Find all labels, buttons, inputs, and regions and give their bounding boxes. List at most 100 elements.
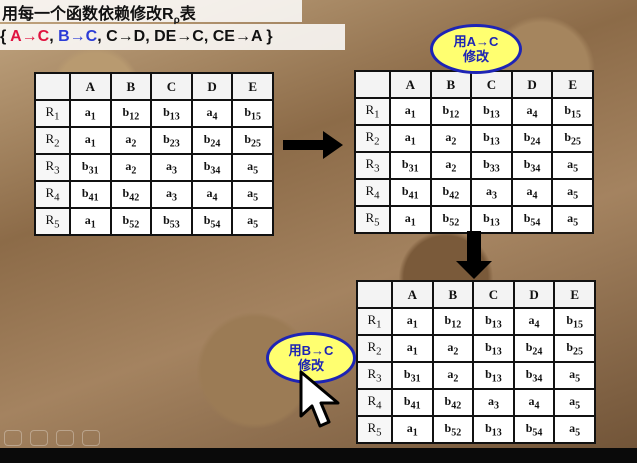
table-cell: a5 [553, 388, 596, 417]
table-cell: b34 [512, 361, 556, 390]
table-cell: a5 [231, 153, 274, 182]
table-row: R1 a1 b12 b13 a4 b15 [34, 99, 274, 128]
table-cell: b12 [431, 307, 475, 336]
table-cell: a1 [388, 205, 432, 234]
table-cell: b42 [429, 178, 473, 207]
column-header: C [472, 280, 515, 309]
table-cell: b13 [470, 97, 513, 126]
down-arrow-icon [456, 231, 492, 279]
table-row: R3 b31 a2 b33 b34 a5 [354, 151, 594, 180]
table-cell: b34 [190, 153, 234, 182]
relation-table-initial: A B C D E R1 a1 b12 b13 a4 b15 R2 a1 a2 b23 b24 b25 R3 b31… [34, 72, 274, 236]
player-control-icon[interactable] [4, 430, 22, 446]
column-header: C [470, 70, 513, 99]
table-row: R3 b31 a2 a3 b34 a5 [34, 153, 274, 182]
table-cell: a1 [388, 124, 432, 153]
table-cell: b54 [190, 207, 234, 236]
table-cell: b24 [512, 334, 556, 363]
table-cell: b15 [231, 99, 274, 128]
table-cell: a2 [429, 151, 473, 180]
table-cell: b13 [472, 361, 515, 390]
table-cell: b52 [109, 207, 153, 236]
table-cell: b24 [190, 126, 234, 155]
table-cell: b52 [431, 415, 475, 444]
table-cell: a1 [68, 207, 112, 236]
bottom-bar [0, 448, 637, 463]
table-row: R2 a1 a2 b13 b24 b25 [356, 334, 596, 363]
table-cell: b41 [390, 388, 434, 417]
table-cell: a3 [150, 153, 193, 182]
table-cell: b13 [470, 205, 513, 234]
table-cell: a1 [388, 97, 432, 126]
table-corner [356, 280, 393, 309]
table-cell: a1 [68, 99, 112, 128]
table-row: R5 a1 b52 b53 b54 a5 [34, 207, 274, 236]
player-control-icon[interactable] [56, 430, 74, 446]
table-cell: b53 [150, 207, 193, 236]
table-cell: b25 [231, 126, 274, 155]
row-label: R4 [354, 178, 391, 207]
column-header: B [431, 280, 475, 309]
dependency-set: { A→C, B→C, C→D, DE→C, CE→A } [0, 24, 345, 50]
table-cell: a1 [68, 126, 112, 155]
table-cell: a4 [512, 307, 556, 336]
row-label: R1 [354, 97, 391, 126]
table-cell: b41 [68, 180, 112, 209]
table-cell: b41 [388, 178, 432, 207]
table-cell: b13 [472, 307, 515, 336]
table-row: R4 b41 b42 a3 a4 a5 [356, 388, 596, 417]
table-row: R1 a1 b12 b13 a4 b15 [356, 307, 596, 336]
table-cell: b13 [472, 334, 515, 363]
table-cell: a2 [431, 334, 475, 363]
table-cell: b54 [510, 205, 554, 234]
row-label: R2 [354, 124, 391, 153]
column-header: A [388, 70, 432, 99]
table-cell: a5 [231, 180, 274, 209]
right-arrow-icon [283, 131, 343, 159]
table-cell: b31 [68, 153, 112, 182]
column-header: B [429, 70, 473, 99]
column-header: E [553, 280, 596, 309]
dependency-b-c: B→C [58, 28, 98, 45]
badge-apply-a-c: 用A→C 修改 [430, 24, 522, 74]
column-header: B [109, 72, 153, 101]
row-label: R5 [354, 205, 391, 234]
player-control-icon[interactable] [82, 430, 100, 446]
mouse-pointer-icon [299, 370, 340, 428]
dependency-a-c: A→C [10, 28, 50, 45]
column-header: D [510, 70, 554, 99]
column-header: E [551, 70, 594, 99]
table-cell: b24 [510, 124, 554, 153]
table-row: R2 a1 a2 b23 b24 b25 [34, 126, 274, 155]
table-cell: a5 [231, 207, 274, 236]
table-cell: a4 [190, 99, 234, 128]
table-cell: a5 [553, 361, 596, 390]
table-row: R3 b31 a2 b13 b34 a5 [356, 361, 596, 390]
row-label: R3 [356, 361, 393, 390]
table-cell: b12 [429, 97, 473, 126]
table-cell: a1 [390, 415, 434, 444]
table-cell: b13 [472, 415, 515, 444]
table-row: R5 a1 b52 b13 b54 a5 [354, 205, 594, 234]
table-cell: b52 [429, 205, 473, 234]
player-control-icon[interactable] [30, 430, 48, 446]
column-header: A [390, 280, 434, 309]
table-cell: b42 [109, 180, 153, 209]
table-cell: a5 [551, 205, 594, 234]
column-header: A [68, 72, 112, 101]
table-cell: b15 [553, 307, 596, 336]
table-cell: b54 [512, 415, 556, 444]
row-label: R5 [356, 415, 393, 444]
table-row: R4 b41 b42 a3 a4 a5 [354, 178, 594, 207]
row-label: R5 [34, 207, 71, 236]
table-cell: b34 [510, 151, 554, 180]
row-label: R4 [34, 180, 71, 209]
row-label: R2 [356, 334, 393, 363]
table-cell: a3 [150, 180, 193, 209]
table-cell: a4 [190, 180, 234, 209]
table-cell: a4 [510, 178, 554, 207]
column-header: D [190, 72, 234, 101]
table-cell: a2 [109, 153, 153, 182]
table-cell: a2 [429, 124, 473, 153]
table-row: R1 a1 b12 b13 a4 b15 [354, 97, 594, 126]
